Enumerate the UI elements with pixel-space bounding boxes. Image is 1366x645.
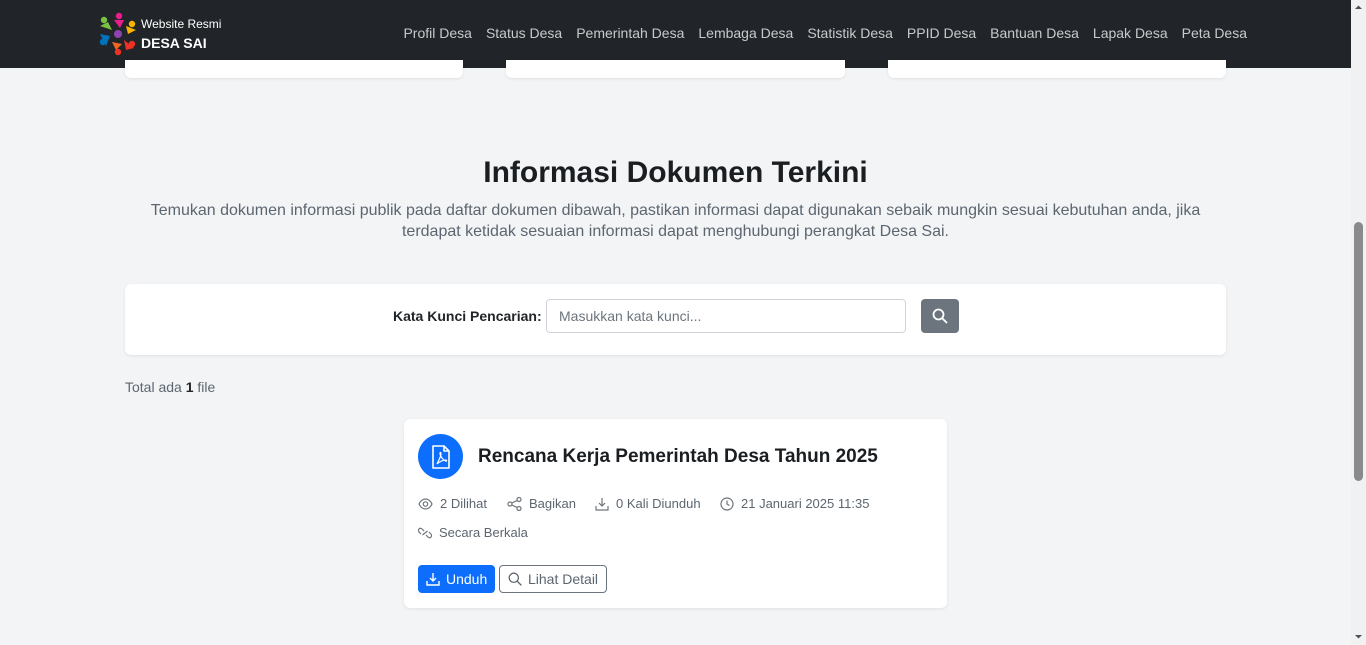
section-title: Informasi Dokumen Terkini — [483, 156, 868, 189]
results-suffix: file — [197, 379, 216, 395]
nav-item-pemerintah-desa[interactable]: Pemerintah Desa — [576, 25, 684, 41]
meta-date: 21 Januari 2025 11:35 — [720, 496, 869, 511]
search-button[interactable] — [921, 299, 959, 333]
file-pdf-icon — [418, 434, 463, 479]
document-card: Rencana Kerja Pemerintah Desa Tahun 2025… — [404, 419, 947, 608]
top-card — [888, 60, 1226, 78]
document-share[interactable]: Bagikan — [529, 496, 576, 511]
results-prefix: Total ada — [125, 379, 182, 395]
clock-icon — [720, 496, 734, 511]
download-button[interactable]: Unduh — [418, 565, 496, 593]
brand-name: DESA SAI — [141, 35, 207, 51]
share-icon — [507, 496, 522, 511]
meta-downloads: 0 Kali Diunduh — [595, 496, 701, 511]
scrollbar-thumb[interactable] — [1354, 222, 1363, 481]
nav-item-lembaga-desa[interactable]: Lembaga Desa — [698, 25, 793, 41]
nav-menu: Profil Desa Status Desa Pemerintah Desa … — [403, 25, 1247, 41]
nav-item-bantuan-desa[interactable]: Bantuan Desa — [990, 25, 1079, 41]
document-title[interactable]: Rencana Kerja Pemerintah Desa Tahun 2025 — [478, 446, 878, 468]
meta-views: 2 Dilihat — [418, 496, 487, 511]
scroll-down-arrow-icon[interactable] — [1354, 632, 1363, 641]
brand-subtitle: Website Resmi — [141, 17, 222, 31]
top-card — [506, 60, 845, 78]
nav-item-profil-desa[interactable]: Profil Desa — [403, 25, 471, 41]
scroll-up-arrow-icon[interactable] — [1354, 3, 1363, 12]
results-total: Total ada 1 file — [125, 379, 215, 395]
search-icon — [932, 308, 948, 324]
nav-item-ppid-desa[interactable]: PPID Desa — [907, 25, 976, 41]
top-card — [125, 60, 463, 78]
meta-period: Secara Berkala — [418, 525, 528, 540]
search-icon — [508, 572, 522, 586]
nav-item-peta-desa[interactable]: Peta Desa — [1182, 25, 1247, 41]
download-icon — [426, 573, 440, 586]
document-downloads: 0 Kali Diunduh — [616, 496, 701, 511]
download-icon — [595, 497, 609, 511]
nav-item-status-desa[interactable]: Status Desa — [486, 25, 562, 41]
link-icon — [418, 527, 432, 538]
view-detail-button-label: Lihat Detail — [528, 571, 599, 587]
document-views: 2 Dilihat — [440, 496, 487, 511]
document-date: 21 Januari 2025 11:35 — [741, 496, 870, 511]
download-button-label: Unduh — [446, 571, 488, 587]
scrollbar[interactable] — [1351, 0, 1366, 645]
nav-item-statistik-desa[interactable]: Statistik Desa — [807, 25, 893, 41]
search-panel: Kata Kunci Pencarian: — [125, 284, 1226, 355]
view-detail-button[interactable]: Lihat Detail — [499, 565, 608, 593]
nav-item-lapak-desa[interactable]: Lapak Desa — [1093, 25, 1168, 41]
navbar: Website Resmi DESA SAI Profil Desa Statu… — [0, 0, 1351, 68]
meta-share[interactable]: Bagikan — [507, 496, 576, 511]
brand[interactable]: Website Resmi DESA SAI — [98, 12, 221, 56]
eye-icon — [418, 497, 433, 510]
document-period: Secara Berkala — [439, 525, 528, 540]
section-description: Temukan dokumen informasi publik pada da… — [150, 202, 1201, 240]
brand-text: Website Resmi DESA SAI — [141, 18, 221, 50]
search-input[interactable] — [546, 299, 906, 333]
search-label: Kata Kunci Pencarian: — [393, 308, 542, 324]
logo-icon — [98, 12, 138, 56]
results-count: 1 — [185, 379, 194, 395]
